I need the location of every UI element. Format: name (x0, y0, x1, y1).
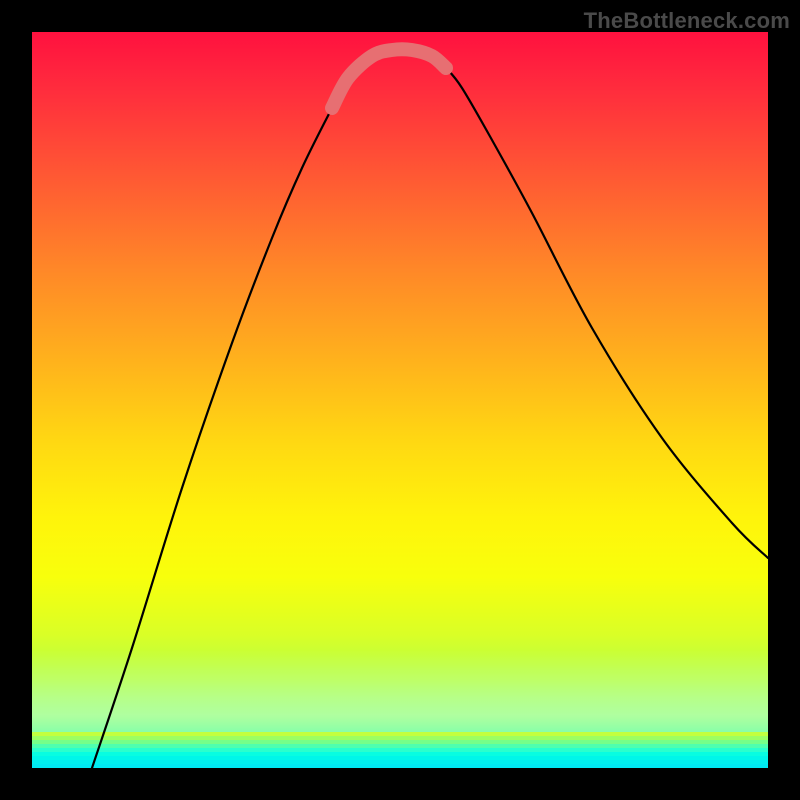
chart-frame: TheBottleneck.com (0, 0, 800, 800)
plot-area (32, 32, 768, 768)
main-curve (92, 49, 768, 768)
watermark-text: TheBottleneck.com (584, 8, 790, 34)
curve-layer (32, 32, 768, 768)
highlight-segment (332, 49, 446, 108)
